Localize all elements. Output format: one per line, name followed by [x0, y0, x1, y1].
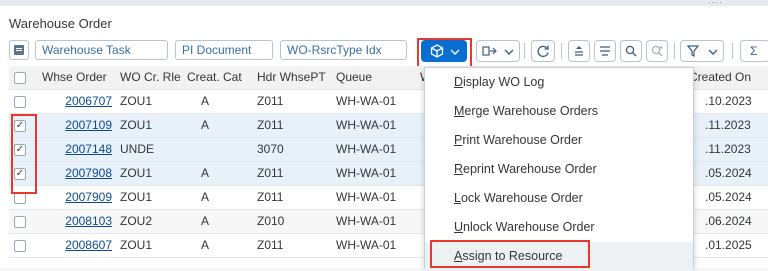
filter-button[interactable]: [680, 40, 724, 62]
creation-category-cell: A: [201, 190, 210, 204]
row-checkbox[interactable]: [14, 96, 26, 108]
whse-order-link[interactable]: 2008103: [42, 210, 112, 234]
hdr-whsept-cell: 3070: [257, 142, 284, 156]
queue-cell: WH-WA-01: [336, 94, 397, 108]
menu-item-lock-warehouse-order[interactable]: Lock Warehouse Order: [425, 184, 693, 213]
creation-category-cell: A: [201, 214, 210, 228]
created-on-cell: .05.2024: [705, 190, 752, 204]
whse-order-link[interactable]: 2006707: [42, 90, 112, 114]
refresh-button[interactable]: [531, 40, 555, 62]
created-on-cell: .06.2024: [705, 214, 752, 228]
search-next-icon: [651, 45, 663, 57]
created-on-cell: .05.2024: [705, 166, 752, 180]
search-icon: [625, 45, 637, 57]
creation-category-cell: A: [201, 238, 210, 252]
chevron-down-icon: [708, 49, 718, 55]
queue-cell: WH-WA-01: [336, 214, 397, 228]
column-header-created-on[interactable]: Created On: [689, 66, 767, 90]
process-button[interactable]: [476, 40, 520, 62]
row-checkbox[interactable]: [14, 216, 26, 228]
toolbar-separator: [732, 43, 733, 59]
toolbar-separator: [674, 43, 675, 59]
lines-icon: [600, 46, 610, 56]
column-header-queue[interactable]: Queue: [336, 66, 396, 90]
queue-cell: WH-WA-01: [336, 190, 397, 204]
wo-creation-rule-cell: ZOU1: [120, 166, 153, 180]
toolbar: Warehouse Task PI Document WO-RsrcType I…: [0, 36, 768, 68]
chevron-down-icon: [504, 49, 514, 55]
toolbar-separator: [524, 43, 525, 59]
hdr-whsept-cell: Z011: [257, 118, 284, 132]
creation-category-cell: A: [201, 94, 210, 108]
created-on-cell: .11.2023: [705, 142, 751, 156]
refresh-icon: [537, 45, 549, 58]
menu-item-print-warehouse-order[interactable]: Print Warehouse Order: [425, 126, 693, 155]
menu-item-display-wo-log[interactable]: Display WO Log: [425, 68, 693, 97]
whse-order-link[interactable]: 2007908: [42, 162, 112, 186]
queue-cell: WH-WA-01: [336, 166, 397, 180]
find-button[interactable]: [620, 40, 642, 62]
whse-order-link[interactable]: 2007909: [42, 186, 112, 210]
whse-order-link[interactable]: 2007148: [42, 138, 112, 162]
wo-creation-rule-cell: ZOU2: [120, 214, 153, 228]
menu-item-unlock-warehouse-order[interactable]: Unlock Warehouse Order: [425, 213, 693, 242]
pi-document-field[interactable]: PI Document: [175, 40, 273, 60]
column-header-wo-cr-rle[interactable]: WO Cr. Rle: [120, 66, 184, 90]
wo-creation-rule-cell: UNDE: [120, 142, 155, 156]
align-icon: [575, 46, 583, 56]
hdr-whsept-cell: Z010: [257, 214, 285, 228]
wo-creation-rule-cell: ZOU1: [120, 238, 153, 252]
column-header-hdr-whsept[interactable]: Hdr WhsePT: [257, 66, 332, 90]
hdr-whsept-cell: Z011: [257, 94, 284, 108]
filter-icon: [687, 45, 699, 57]
column-header-whse-order[interactable]: Whse Order: [42, 66, 112, 90]
select-all-checkbox[interactable]: [14, 72, 26, 84]
menu-item-reprint-warehouse-order[interactable]: Reprint Warehouse Order: [425, 155, 693, 184]
more-actions-menu: Display WO Log Merge Warehouse Orders Pr…: [424, 67, 694, 271]
queue-cell: WH-WA-01: [336, 118, 397, 132]
find-next-button[interactable]: [646, 40, 668, 62]
sort-descending-button[interactable]: [594, 40, 616, 62]
sum-icon: Σ: [750, 44, 758, 58]
whse-order-link[interactable]: 2008607: [42, 234, 112, 258]
total-button[interactable]: Σ: [740, 40, 768, 62]
panel-title: Warehouse Order: [9, 16, 112, 31]
process-icon: [482, 46, 497, 56]
toolbar-separator: [561, 43, 562, 59]
wo-creation-rule-cell: ZOU1: [120, 190, 153, 204]
highlight-assign-to-resource: [430, 240, 590, 268]
created-on-cell: .10.2023: [705, 94, 752, 108]
layout-icon[interactable]: [9, 40, 29, 60]
menu-item-merge-warehouse-orders[interactable]: Merge Warehouse Orders: [425, 97, 693, 126]
creation-category-cell: A: [201, 166, 210, 180]
created-on-cell: .11.2023: [705, 118, 751, 132]
hdr-whsept-cell: Z011: [257, 190, 284, 204]
queue-cell: WH-WA-01: [336, 142, 397, 156]
creation-category-cell: [201, 138, 241, 162]
hdr-whsept-cell: Z011: [257, 238, 284, 252]
hdr-whsept-cell: Z011: [257, 166, 284, 180]
queue-cell: WH-WA-01: [336, 238, 397, 252]
warehouse-task-field[interactable]: Warehouse Task: [35, 40, 168, 60]
wo-rsrctype-idx-field[interactable]: WO-RsrcType Idx: [280, 40, 407, 60]
row-checkbox[interactable]: [14, 240, 26, 252]
column-header-creat-cat[interactable]: Creat. Cat: [187, 66, 254, 90]
created-on-cell: .01.2025: [705, 238, 752, 252]
highlight-selected-checkboxes: [11, 114, 37, 194]
highlight-more-actions: [417, 38, 472, 68]
wo-creation-rule-cell: ZOU1: [120, 94, 153, 108]
wo-creation-rule-cell: ZOU1: [120, 118, 153, 132]
whse-order-link[interactable]: 2007109: [42, 114, 112, 138]
creation-category-cell: A: [201, 118, 210, 132]
sort-ascending-button[interactable]: [568, 40, 590, 62]
